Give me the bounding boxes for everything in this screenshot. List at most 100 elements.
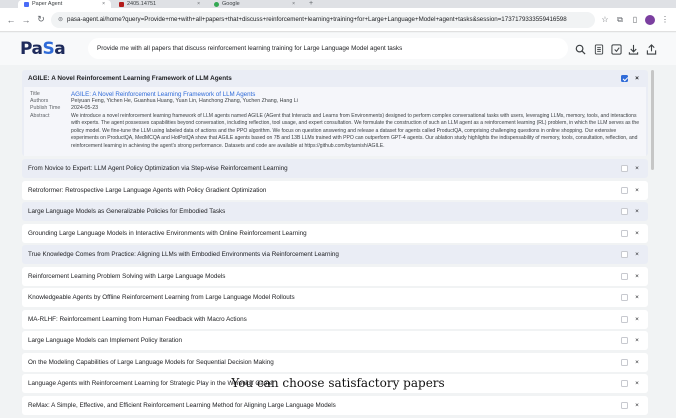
- paper-row[interactable]: True Knowledge Comes from Practice: Alig…: [22, 245, 648, 265]
- close-tab-icon[interactable]: ×: [102, 1, 105, 7]
- paper-row-title: ReMax: A Simple, Effective, and Efficien…: [28, 401, 336, 409]
- remove-paper-icon[interactable]: ×: [632, 294, 642, 301]
- video-caption: You can choose satisfactory papers: [231, 376, 445, 390]
- scrollbar[interactable]: [651, 70, 654, 170]
- bookmark-star-icon[interactable]: ☆: [600, 15, 610, 24]
- paper-row-title: Retroformer: Retrospective Large Languag…: [28, 186, 267, 194]
- site-info-icon[interactable]: ⊜: [58, 16, 63, 23]
- paper-row-title: From Novice to Expert: LLM Agent Policy …: [28, 165, 288, 173]
- document-icon[interactable]: [593, 43, 605, 55]
- paper-row-title: Large Language Models as Generalizable P…: [28, 208, 226, 216]
- new-tab-icon[interactable]: +: [303, 0, 319, 8]
- browser-tab-paper-agent[interactable]: Paper Agent ×: [18, 0, 111, 8]
- browser-tab-strip: Paper Agent × 2405.14751 × Google × +: [0, 0, 676, 8]
- paper-row[interactable]: Retroformer: Retrospective Large Languag…: [22, 180, 648, 200]
- remove-paper-icon[interactable]: ×: [632, 273, 642, 280]
- paper-row-title: True Knowledge Comes from Practice: Alig…: [28, 251, 339, 259]
- paper-row[interactable]: Knowledgeable Agents by Offline Reinforc…: [22, 288, 648, 308]
- share-icon[interactable]: [645, 43, 657, 55]
- select-checkbox[interactable]: [621, 75, 628, 82]
- url-bar[interactable]: ⊜ pasa-agent.ai/home?query=Provide+me+wi…: [51, 11, 595, 28]
- select-checkbox[interactable]: [621, 294, 628, 302]
- search-icon[interactable]: [574, 43, 586, 55]
- download-icon[interactable]: [627, 43, 639, 55]
- extensions-icon[interactable]: ⧉: [615, 15, 625, 25]
- remove-paper-icon[interactable]: ×: [632, 316, 642, 323]
- menu-icon[interactable]: ⋮: [660, 15, 670, 24]
- expanded-paper-card[interactable]: AGILE: A Novel Reinforcement Learning Fr…: [22, 70, 648, 157]
- close-tab-icon[interactable]: ×: [292, 1, 295, 7]
- field-label: Authors: [30, 98, 49, 105]
- field-label: Title: [30, 91, 40, 97]
- select-checkbox[interactable]: [621, 186, 628, 194]
- remove-paper-icon[interactable]: ×: [632, 165, 642, 172]
- paper-row[interactable]: ReMax: A Simple, Effective, and Efficien…: [22, 395, 648, 415]
- paper-row-title: On the Modeling Capabilities of Large La…: [28, 358, 274, 366]
- pasa-logo[interactable]: PaSa: [20, 39, 66, 59]
- sidebar-icon[interactable]: ▯: [630, 15, 640, 24]
- publish-time-field: Publish Time 2024-05-23: [30, 105, 640, 112]
- paper-row[interactable]: Reinforcement Learning Problem Solving w…: [22, 266, 648, 286]
- select-checkbox[interactable]: [621, 208, 628, 216]
- paper-header[interactable]: AGILE: A Novel Reinforcement Learning Fr…: [22, 70, 648, 87]
- field-label: Abstract: [30, 112, 50, 119]
- paper-row-title: Grounding Large Language Models in Inter…: [28, 229, 307, 237]
- paper-row[interactable]: Grounding Large Language Models in Inter…: [22, 223, 648, 243]
- tab-title: Google: [222, 1, 240, 7]
- favicon-icon: [214, 1, 219, 7]
- favicon-icon: [119, 1, 124, 7]
- abstract-field: Abstract We introduce a novel reinforcem…: [30, 113, 640, 151]
- tab-title: 2405.14751: [127, 1, 157, 7]
- reload-icon[interactable]: ↻: [36, 14, 46, 25]
- paper-row-title: Large Language Models can Implement Poli…: [28, 337, 183, 345]
- paper-row[interactable]: MA-RLHF: Reinforcement Learning from Hum…: [22, 309, 648, 329]
- search-query-text: Provide me with all papers that discuss …: [97, 45, 403, 52]
- paper-list[interactable]: AGILE: A Novel Reinforcement Learning Fr…: [22, 70, 648, 418]
- paper-row[interactable]: On the Modeling Capabilities of Large La…: [22, 352, 648, 372]
- paper-title-link[interactable]: AGILE: A Novel Reinforcement Learning Fr…: [71, 91, 640, 98]
- field-label: Publish Time: [30, 105, 61, 112]
- export-icon[interactable]: [610, 43, 622, 55]
- paper-row[interactable]: From Novice to Expert: LLM Agent Policy …: [22, 159, 648, 179]
- url-text: pasa-agent.ai/home?query=Provide+me+with…: [67, 16, 567, 23]
- select-checkbox[interactable]: [621, 337, 628, 345]
- paper-row[interactable]: Large Language Models can Implement Poli…: [22, 331, 648, 351]
- select-checkbox[interactable]: [621, 251, 628, 259]
- remove-paper-icon[interactable]: ×: [632, 187, 642, 194]
- tab-title: Paper Agent: [32, 1, 63, 7]
- remove-paper-icon[interactable]: ×: [632, 337, 642, 344]
- favicon-icon: [24, 1, 29, 7]
- paper-row[interactable]: Large Language Models as Generalizable P…: [22, 202, 648, 222]
- search-input[interactable]: Provide me with all papers that discuss …: [88, 38, 568, 59]
- forward-icon[interactable]: →: [21, 15, 31, 25]
- title-field: Title AGILE: A Novel Reinforcement Learn…: [30, 91, 640, 98]
- back-icon[interactable]: ←: [6, 15, 16, 25]
- select-checkbox[interactable]: [621, 165, 628, 173]
- profile-avatar[interactable]: [645, 14, 655, 25]
- paper-header-title: AGILE: A Novel Reinforcement Learning Fr…: [28, 75, 232, 82]
- browser-toolbar: ← → ↻ ⊜ pasa-agent.ai/home?query=Provide…: [0, 8, 676, 32]
- paper-row-title: Reinforcement Learning Problem Solving w…: [28, 272, 226, 280]
- select-checkbox[interactable]: [621, 272, 628, 280]
- authors-field: Authors Peiyuan Feng, Yichen He, Guanhua…: [30, 98, 640, 105]
- remove-paper-icon[interactable]: ×: [632, 359, 642, 366]
- select-checkbox[interactable]: [621, 401, 628, 409]
- browser-tab-google[interactable]: Google ×: [208, 0, 301, 8]
- app-header: PaSa Provide me with all papers that dis…: [0, 33, 676, 65]
- remove-paper-icon[interactable]: ×: [632, 251, 642, 258]
- remove-paper-icon[interactable]: ×: [632, 230, 642, 237]
- select-checkbox[interactable]: [621, 358, 628, 366]
- browser-tab-arxiv[interactable]: 2405.14751 ×: [113, 0, 206, 8]
- select-checkbox[interactable]: [621, 315, 628, 323]
- publish-time-value: 2024-05-23: [71, 105, 99, 112]
- select-checkbox[interactable]: [621, 229, 628, 237]
- remove-paper-icon[interactable]: ×: [632, 75, 642, 82]
- remove-paper-icon[interactable]: ×: [632, 208, 642, 215]
- abstract-value: We introduce a novel reinforcement learn…: [71, 112, 640, 149]
- close-tab-icon[interactable]: ×: [197, 1, 200, 7]
- paper-row-title: Knowledgeable Agents by Offline Reinforc…: [28, 294, 295, 302]
- authors-value: Peiyuan Feng, Yichen He, Guanhua Huang, …: [71, 98, 298, 105]
- paper-details: Title AGILE: A Novel Reinforcement Learn…: [24, 87, 646, 157]
- paper-row-title: MA-RLHF: Reinforcement Learning from Hum…: [28, 315, 247, 323]
- remove-paper-icon[interactable]: ×: [632, 402, 642, 409]
